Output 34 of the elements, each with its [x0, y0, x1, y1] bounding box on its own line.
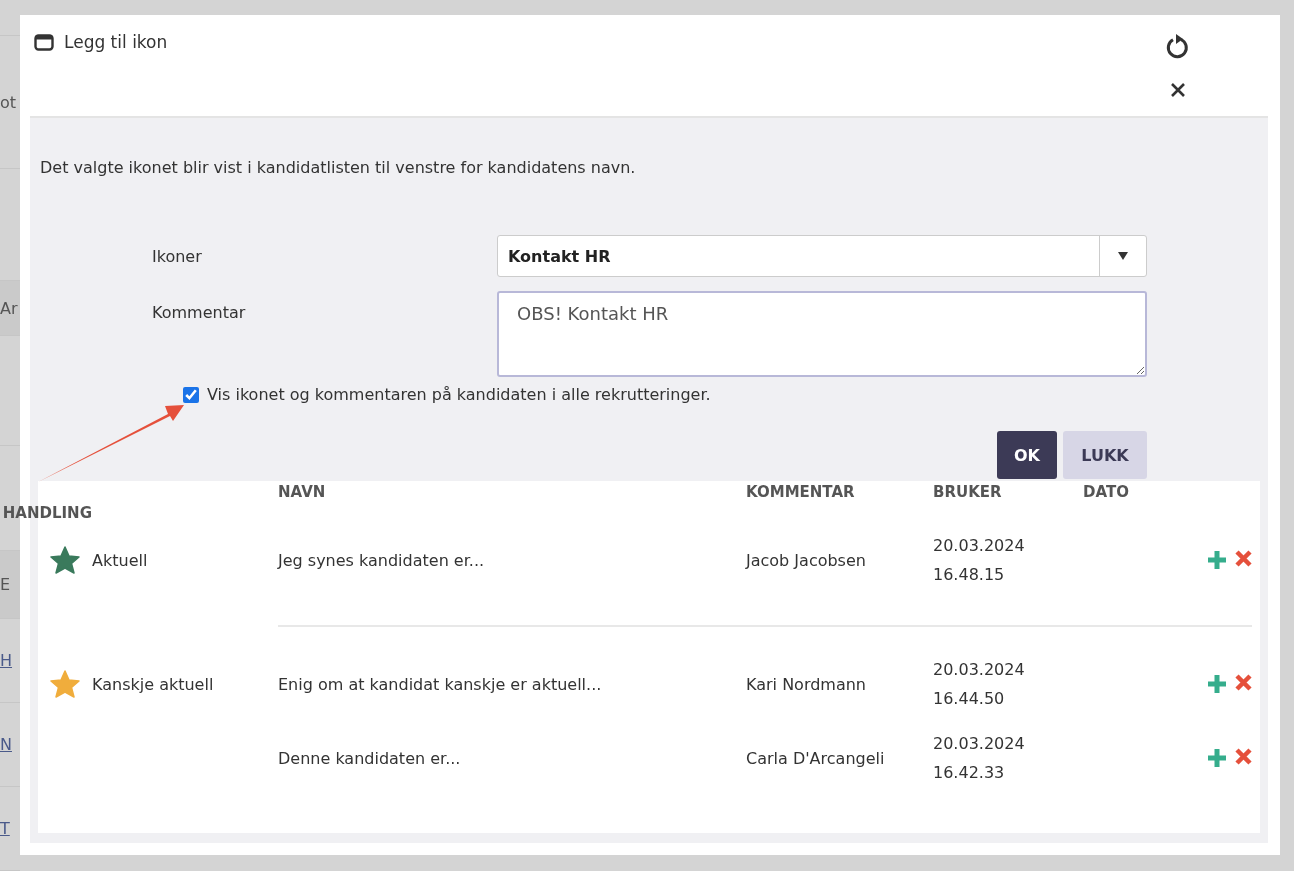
description-text: Det valgte ikonet blir vist i kandidatlisten til venstre for kandidatens navn. — [40, 158, 637, 177]
comment-field[interactable]: OBS! Kontakt HR — [497, 291, 1147, 377]
user-name: Jacob Jacobsen — [746, 550, 867, 570]
comment-text: Enig om at kandidat kanskje er aktuell... — [278, 674, 603, 694]
close-button[interactable]: LUKK — [1063, 431, 1147, 479]
comment-text: Denne kandidaten er... — [278, 748, 462, 768]
checkbox-label: Vis ikonet og kommentaren på kandidaten i alle rekrutteringer. — [207, 385, 711, 404]
background-text: E — [0, 575, 11, 594]
icon-name: Kanskje aktuell — [92, 674, 215, 694]
background-text: H — [0, 651, 13, 670]
comment-text: Jeg synes kandidaten er... — [278, 550, 486, 570]
user-name: Kari Nordmann — [746, 674, 867, 694]
column-header: HANDLING — [2, 503, 92, 522]
date-text: 20.03.2024 — [933, 733, 1026, 755]
background-text: Ar — [0, 298, 18, 318]
date-text: 20.03.2024 — [933, 535, 1026, 557]
time-text: 16.42.33 — [933, 762, 1006, 784]
background-text: ot — [0, 92, 17, 112]
background-text: N — [0, 735, 12, 754]
dialog-title: Legg til ikon — [64, 32, 168, 52]
time-text: 16.44.50 — [933, 688, 1006, 710]
icon-name: Aktuell — [92, 550, 149, 570]
icon-select[interactable]: Kontakt HR — [497, 235, 1147, 277]
user-name: Carla D'Arcangeli — [746, 748, 886, 768]
column-header: NAVN — [278, 482, 327, 501]
column-header: KOMMENTAR — [746, 482, 856, 501]
column-header: DATO — [1083, 482, 1130, 501]
field-label: Kommentar — [152, 302, 247, 322]
date-text: 20.03.2024 — [933, 659, 1026, 681]
background-text: T — [0, 819, 10, 838]
ok-button[interactable]: OK — [997, 431, 1057, 479]
field-label: Ikoner — [152, 246, 203, 266]
time-text: 16.48.15 — [933, 564, 1006, 586]
column-header: BRUKER — [933, 482, 1003, 501]
